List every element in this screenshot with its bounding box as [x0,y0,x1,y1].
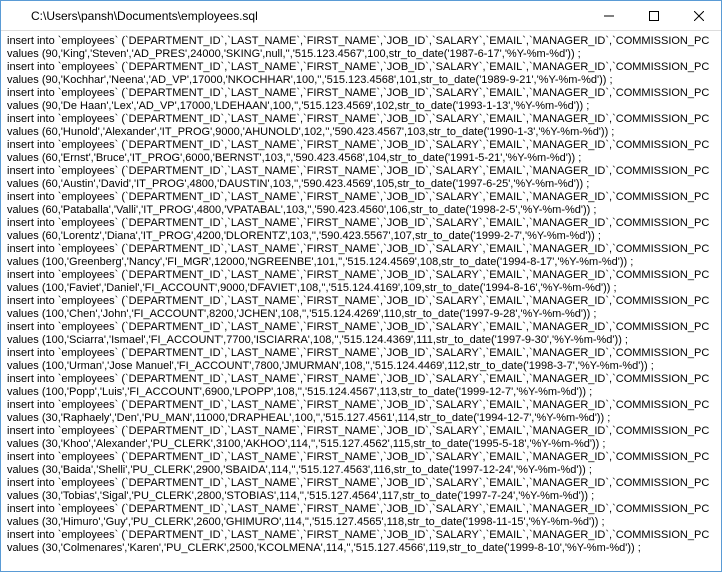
sql-line: values (30,'Colmenares','Karen','PU_CLER… [7,542,715,555]
maximize-icon [649,11,659,21]
titlebar: C:\Users\pansh\Documents\employees.sql [1,1,721,31]
sql-line: insert into `employees` (`DEPARTMENT_ID`… [7,191,715,204]
sql-line: insert into `employees` (`DEPARTMENT_ID`… [7,35,715,48]
sql-line: values (60,'Lorentz','Diana','IT_PROG',4… [7,230,715,243]
sql-line: insert into `employees` (`DEPARTMENT_ID`… [7,139,715,152]
sql-line: values (60,'Austin','David','IT_PROG',48… [7,178,715,191]
window-title: C:\Users\pansh\Documents\employees.sql [31,9,586,23]
sql-line: insert into `employees` (`DEPARTMENT_ID`… [7,477,715,490]
sql-line: values (30,'Tobias','Sigal','PU_CLERK',2… [7,490,715,503]
sql-line: insert into `employees` (`DEPARTMENT_ID`… [7,217,715,230]
sql-line: insert into `employees` (`DEPARTMENT_ID`… [7,269,715,282]
sql-line: insert into `employees` (`DEPARTMENT_ID`… [7,321,715,334]
sql-line: insert into `employees` (`DEPARTMENT_ID`… [7,243,715,256]
sql-line: insert into `employees` (`DEPARTMENT_ID`… [7,503,715,516]
sql-line: values (30,'Raphaely','Den','PU_MAN',110… [7,412,715,425]
close-button[interactable] [676,1,721,30]
sql-line: values (100,'Sciarra','Ismael','FI_ACCOU… [7,334,715,347]
sql-line: values (60,'Ernst','Bruce','IT_PROG',600… [7,152,715,165]
app-icon [9,8,25,24]
sql-line: insert into `employees` (`DEPARTMENT_ID`… [7,165,715,178]
minimize-button[interactable] [586,1,631,30]
sql-line: insert into `employees` (`DEPARTMENT_ID`… [7,425,715,438]
sql-line: values (30,'Khoo','Alexander','PU_CLERK'… [7,438,715,451]
maximize-button[interactable] [631,1,676,30]
sql-line: values (100,'Urman','Jose Manuel','FI_AC… [7,360,715,373]
sql-line: values (90,'Kochhar','Neena','AD_VP',170… [7,74,715,87]
sql-line: insert into `employees` (`DEPARTMENT_ID`… [7,399,715,412]
sql-line: insert into `employees` (`DEPARTMENT_ID`… [7,113,715,126]
sql-line: values (90,'De Haan','Lex','AD_VP',17000… [7,100,715,113]
sql-line: values (100,'Chen','John','FI_ACCOUNT',8… [7,308,715,321]
sql-line: insert into `employees` (`DEPARTMENT_ID`… [7,373,715,386]
sql-line: values (30,'Himuro','Guy','PU_CLERK',260… [7,516,715,529]
close-icon [694,11,704,21]
sql-line: values (100,'Greenberg','Nancy','FI_MGR'… [7,256,715,269]
sql-line: insert into `employees` (`DEPARTMENT_ID`… [7,61,715,74]
sql-line: insert into `employees` (`DEPARTMENT_ID`… [7,529,715,542]
sql-line: insert into `employees` (`DEPARTMENT_ID`… [7,451,715,464]
sql-line: insert into `employees` (`DEPARTMENT_ID`… [7,347,715,360]
sql-line: values (100,'Faviet','Daniel','FI_ACCOUN… [7,282,715,295]
sql-line: values (60,'Pataballa','Valli','IT_PROG'… [7,204,715,217]
editor-content[interactable]: insert into `employees` (`DEPARTMENT_ID`… [1,31,721,571]
sql-line: insert into `employees` (`DEPARTMENT_ID`… [7,295,715,308]
sql-line: values (30,'Baida','Shelli','PU_CLERK',2… [7,464,715,477]
minimize-icon [604,11,614,21]
sql-line: values (90,'King','Steven','AD_PRES',240… [7,48,715,61]
sql-line: values (100,'Popp','Luis','FI_ACCOUNT',6… [7,386,715,399]
window-controls [586,1,721,30]
sql-line: insert into `employees` (`DEPARTMENT_ID`… [7,87,715,100]
sql-line: values (60,'Hunold','Alexander','IT_PROG… [7,126,715,139]
